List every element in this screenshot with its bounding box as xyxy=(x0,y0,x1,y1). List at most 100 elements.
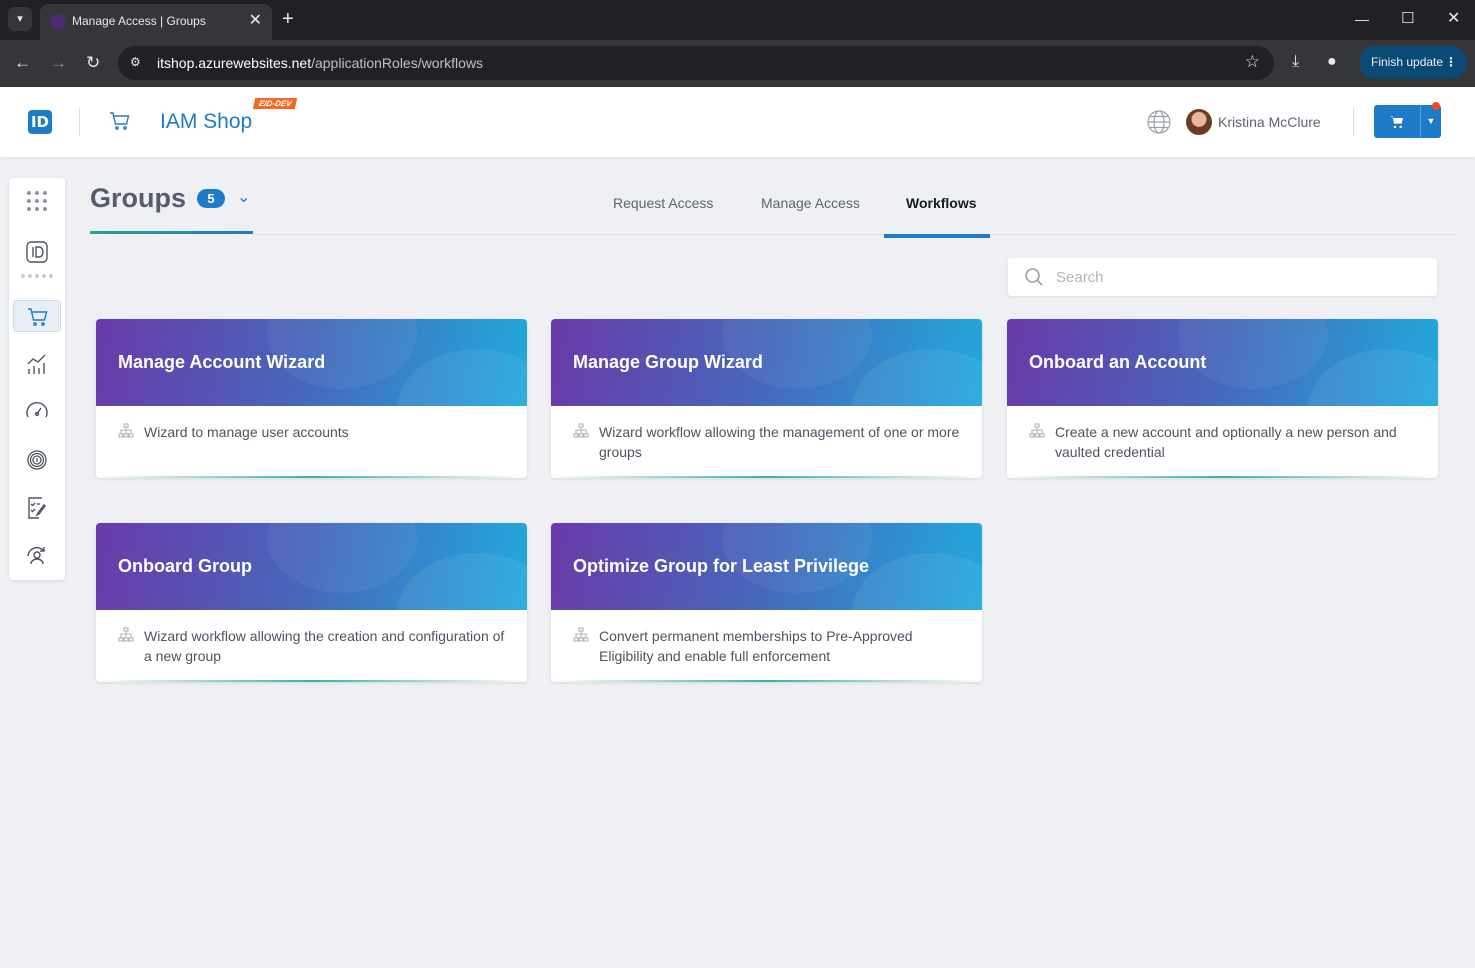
card-body: Create a new account and optionally a ne… xyxy=(1007,406,1438,478)
card-title: Manage Group Wizard xyxy=(573,352,763,372)
globe-icon[interactable] xyxy=(1146,109,1172,135)
id-logo[interactable]: ID xyxy=(28,110,52,134)
rail-apps-grid[interactable] xyxy=(13,185,61,217)
tab-workflows[interactable]: Workflows xyxy=(906,195,977,211)
card-title: Manage Account Wizard xyxy=(118,352,326,372)
window-close-icon[interactable]: ✕ xyxy=(1447,10,1460,28)
search-input[interactable] xyxy=(1056,267,1416,287)
workflow-icon xyxy=(118,423,134,438)
card-header: Optimize Group for Least Privilege xyxy=(551,523,982,610)
cart-notification-dot xyxy=(1432,102,1440,110)
browser-toolbar: ← → ↻ ⚙ itshop.azurewebsites.net/applica… xyxy=(0,40,1475,87)
left-rail xyxy=(9,178,65,580)
finish-update-label: Finish update xyxy=(1371,55,1444,69)
shopping-cart-icon xyxy=(28,308,48,326)
workflow-icon xyxy=(118,627,134,642)
card-description: Create a new account and optionally a ne… xyxy=(1055,424,1397,460)
card-description: Wizard workflow allowing the creation an… xyxy=(144,628,505,664)
minimize-icon[interactable]: — xyxy=(1355,10,1369,28)
rail-shop[interactable] xyxy=(13,300,61,332)
card-description: Convert permanent memberships to Pre-App… xyxy=(599,628,913,664)
workflow-card-onboard-group[interactable]: Onboard Group Wizard workflow allowing t… xyxy=(96,523,527,682)
browser-tab[interactable]: Manage Access | Groups ✕ xyxy=(40,4,272,40)
header-divider xyxy=(79,108,80,136)
header-divider xyxy=(1353,108,1354,136)
workflow-card-manage-group-wizard[interactable]: Manage Group Wizard Wizard workflow allo… xyxy=(551,319,982,478)
url-host: itshop.azurewebsites.net xyxy=(157,55,312,71)
cart-button-icon xyxy=(1390,116,1403,129)
cart-button[interactable] xyxy=(1374,105,1420,138)
workflow-icon xyxy=(573,423,589,438)
site-info-icon[interactable]: ⚙ xyxy=(130,55,146,71)
forward-icon[interactable]: → xyxy=(50,52,67,74)
shopping-cart-icon xyxy=(110,112,130,130)
tab-request-access[interactable]: Request Access xyxy=(613,195,713,211)
download-icon[interactable]: ⤓ xyxy=(1292,51,1299,73)
app-title[interactable]: IAM Shop xyxy=(160,110,252,134)
back-icon[interactable]: ← xyxy=(14,52,31,74)
card-bottom-accent xyxy=(1007,476,1438,478)
bookmark-star-icon[interactable]: ☆ xyxy=(1245,52,1260,72)
search-icon xyxy=(1025,268,1043,286)
card-bottom-accent xyxy=(96,476,527,478)
card-title: Onboard Group xyxy=(118,556,252,576)
card-title: Onboard an Account xyxy=(1029,352,1207,372)
search-box xyxy=(1008,258,1437,296)
reload-icon[interactable]: ↻ xyxy=(86,52,100,74)
chevron-down-icon: ▼ xyxy=(1426,116,1436,126)
avatar[interactable] xyxy=(1186,109,1212,135)
fingerprint-icon xyxy=(27,450,47,470)
tab-manage-access[interactable]: Manage Access xyxy=(761,195,860,211)
id-card-icon xyxy=(26,241,48,263)
finish-update-button[interactable]: Finish update ⋮ xyxy=(1359,46,1467,79)
active-tab-indicator xyxy=(884,234,990,238)
new-tab-icon[interactable]: + xyxy=(282,8,294,30)
tab-search-button[interactable]: ▾ xyxy=(8,7,32,31)
card-body: Convert permanent memberships to Pre-App… xyxy=(551,610,982,682)
apps-grid-icon xyxy=(27,191,47,211)
address-bar[interactable]: ⚙ itshop.azurewebsites.net/applicationRo… xyxy=(118,46,1274,80)
cart-dropdown-button[interactable]: ▼ xyxy=(1420,105,1441,138)
browser-chrome: ▾ Manage Access | Groups ✕ + — ☐ ✕ ← → ↻… xyxy=(0,0,1475,87)
rail-user-sync[interactable] xyxy=(13,540,61,572)
workflow-icon xyxy=(573,627,589,642)
tab-title: Manage Access | Groups xyxy=(72,14,206,28)
rail-analytics[interactable] xyxy=(13,348,61,380)
card-header: Onboard an Account xyxy=(1007,319,1438,406)
workflow-icon xyxy=(1029,423,1045,438)
more-menu-icon: ⋮ xyxy=(1445,55,1457,69)
rail-identity[interactable] xyxy=(13,236,61,268)
workflow-card-manage-account-wizard[interactable]: Manage Account Wizard Wizard to manage u… xyxy=(96,319,527,478)
card-description: Wizard workflow allowing the management … xyxy=(599,424,960,460)
card-body: Wizard to manage user accounts xyxy=(96,406,527,478)
url-text[interactable]: itshop.azurewebsites.net/applicationRole… xyxy=(157,55,483,71)
card-bottom-accent xyxy=(551,476,982,478)
chevron-down-icon[interactable]: ⌄ xyxy=(237,187,250,207)
card-header: Manage Group Wizard xyxy=(551,319,982,406)
checklist-icon xyxy=(28,497,46,519)
user-sync-icon xyxy=(27,546,45,565)
rail-security[interactable] xyxy=(13,444,61,476)
rail-separator xyxy=(21,274,53,278)
card-bottom-accent xyxy=(551,680,982,682)
card-description: Wizard to manage user accounts xyxy=(144,424,349,440)
title-underline xyxy=(90,231,253,234)
workflow-card-optimize-group[interactable]: Optimize Group for Least Privilege Conve… xyxy=(551,523,982,682)
profile-icon[interactable]: ● xyxy=(1327,51,1337,73)
workflow-card-onboard-an-account[interactable]: Onboard an Account Create a new account … xyxy=(1007,319,1438,478)
environment-badge: EID-DEV xyxy=(252,98,298,109)
groups-count-badge: 5 xyxy=(197,189,225,208)
card-bottom-accent xyxy=(96,680,527,682)
rail-reviews[interactable] xyxy=(13,492,61,524)
rail-dashboard[interactable] xyxy=(13,396,61,428)
tab-close-icon[interactable]: ✕ xyxy=(249,11,262,31)
maximize-icon[interactable]: ☐ xyxy=(1401,10,1414,28)
card-header: Manage Account Wizard xyxy=(96,319,527,406)
user-name[interactable]: Kristina McClure xyxy=(1218,114,1321,130)
tab-favicon-icon xyxy=(50,14,66,30)
app-header: ID IAM Shop EID-DEV Kristina McClure ▼ xyxy=(0,87,1475,157)
analytics-chart-icon xyxy=(27,354,46,374)
page-title: Groups xyxy=(90,183,187,213)
speedometer-icon xyxy=(26,401,48,418)
browser-tabstrip: ▾ Manage Access | Groups ✕ + — ☐ ✕ xyxy=(0,0,1475,40)
